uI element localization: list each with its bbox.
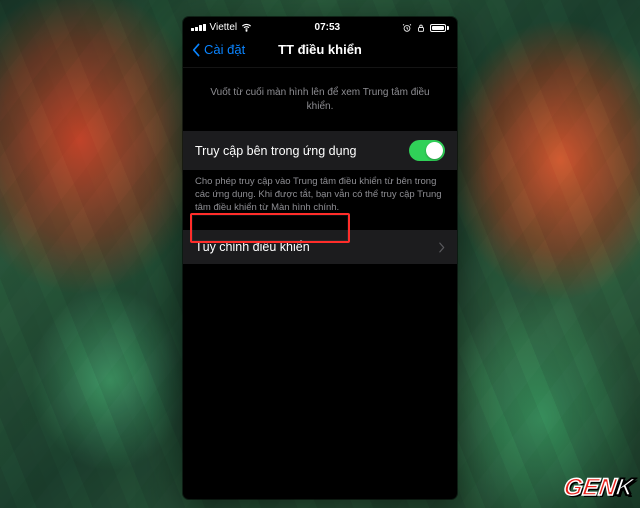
back-button[interactable]: Cài đặt: [191, 42, 245, 57]
watermark-logo: GENK: [562, 474, 634, 502]
status-bar: Viettel 07:53: [183, 17, 457, 36]
nav-bar: Cài đặt TT điều khiển: [183, 36, 457, 68]
signal-icon: [191, 24, 206, 32]
access-within-apps-toggle[interactable]: [409, 140, 445, 161]
clock-label: 07:53: [315, 22, 341, 33]
access-within-apps-row: Truy cập bên trong ứng dụng: [183, 131, 457, 170]
battery-icon: [430, 24, 449, 32]
phone-screen: Viettel 07:53 Cài đặt TT điều khiển Vuốt…: [183, 17, 457, 499]
header-hint: Vuốt từ cuối màn hình lên để xem Trung t…: [183, 68, 457, 131]
customize-controls-row[interactable]: Tùy chỉnh điều khiển: [183, 230, 457, 264]
status-right: [402, 23, 449, 33]
status-left: Viettel: [191, 22, 252, 33]
access-within-apps-note: Cho phép truy cập vào Trung tâm điều khi…: [183, 170, 457, 230]
alarm-icon: [402, 23, 412, 33]
back-label: Cài đặt: [204, 42, 245, 57]
chevron-left-icon: [191, 43, 202, 57]
lock-icon: [416, 23, 426, 33]
carrier-label: Viettel: [210, 22, 238, 33]
access-within-apps-label: Truy cập bên trong ứng dụng: [195, 144, 356, 158]
wifi-icon: [241, 22, 252, 33]
chevron-right-icon: [438, 242, 445, 253]
customize-controls-label: Tùy chỉnh điều khiển: [195, 240, 310, 254]
